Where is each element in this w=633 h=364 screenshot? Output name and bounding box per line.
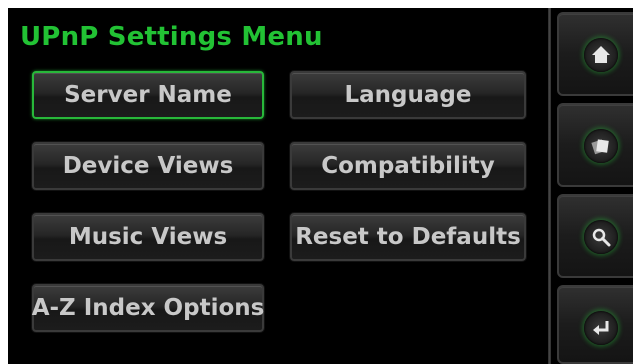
return-icon bbox=[593, 321, 609, 335]
home-button[interactable] bbox=[557, 12, 633, 96]
browse-button[interactable] bbox=[557, 103, 633, 187]
device-views-button[interactable]: Device Views bbox=[32, 142, 264, 190]
compatibility-button[interactable]: Compatibility bbox=[290, 142, 526, 190]
cards-icon bbox=[591, 139, 609, 155]
upnp-settings-screen: UPnP Settings Menu Server Name Language … bbox=[8, 8, 633, 364]
server-name-button[interactable]: Server Name bbox=[32, 71, 264, 119]
home-icon bbox=[592, 46, 610, 63]
language-button[interactable]: Language bbox=[290, 71, 526, 119]
reset-to-defaults-button[interactable]: Reset to Defaults bbox=[290, 213, 526, 261]
az-index-options-button[interactable]: A-Z Index Options bbox=[32, 284, 264, 332]
search-icon bbox=[592, 228, 611, 247]
sidebar-divider bbox=[548, 8, 551, 364]
music-views-button[interactable]: Music Views bbox=[32, 213, 264, 261]
search-button[interactable] bbox=[557, 194, 633, 278]
page-title: UPnP Settings Menu bbox=[20, 22, 323, 52]
return-button[interactable] bbox=[557, 285, 633, 364]
